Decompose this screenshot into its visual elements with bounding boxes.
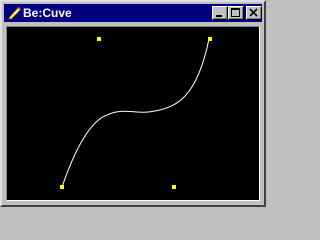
app-window: Be:Cuve xyxy=(0,0,266,207)
maximize-icon xyxy=(231,8,240,17)
title-bar[interactable]: Be:Cuve xyxy=(4,4,262,22)
close-button[interactable] xyxy=(246,6,262,20)
minimize-button[interactable] xyxy=(212,6,228,20)
control-point-start[interactable] xyxy=(60,185,64,189)
curve-canvas[interactable] xyxy=(6,26,260,201)
maximize-button[interactable] xyxy=(228,6,244,20)
window-title: Be:Cuve xyxy=(23,6,72,20)
minimize-icon xyxy=(216,15,222,17)
bezier-curve xyxy=(61,38,210,188)
pencil-icon[interactable] xyxy=(6,5,22,21)
control-point-handle-1[interactable] xyxy=(97,37,101,41)
close-icon xyxy=(249,8,258,17)
control-point-handle-2[interactable] xyxy=(172,185,176,189)
control-point-end[interactable] xyxy=(208,37,212,41)
